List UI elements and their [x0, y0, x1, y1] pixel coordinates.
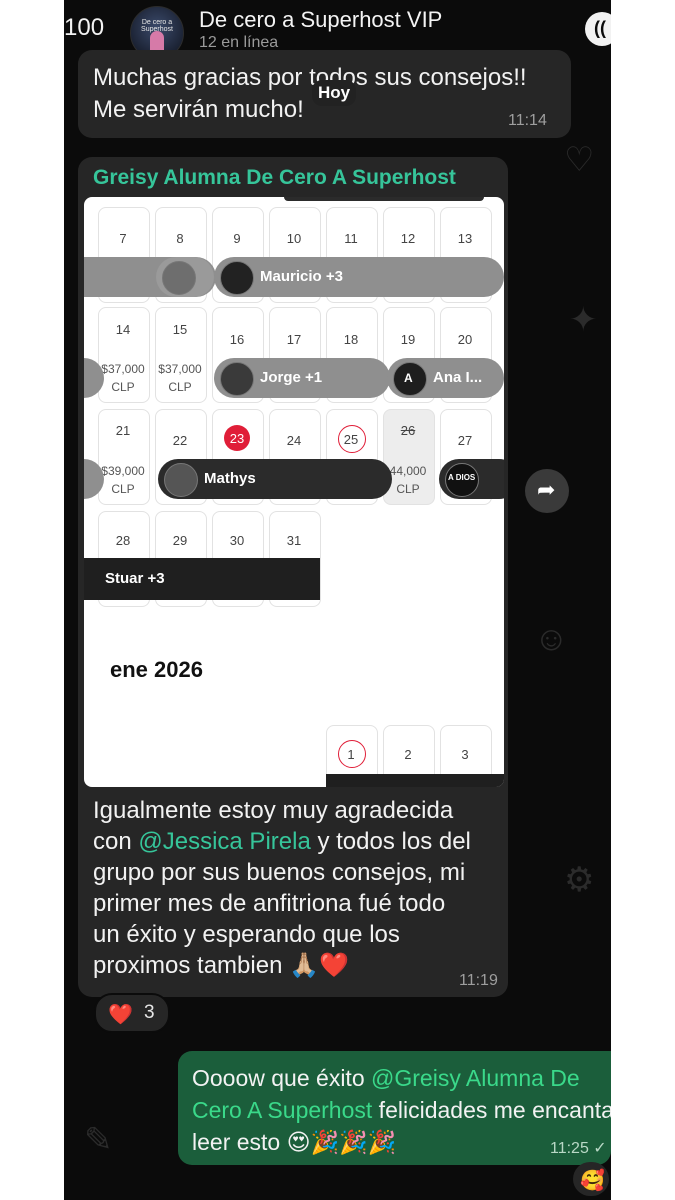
calendar-day-number: 20 — [457, 332, 473, 347]
calendar-day-number: 27 — [457, 433, 473, 448]
message-text-span: y todos los del — [310, 828, 471, 855]
calendar-day-number: 11 — [344, 231, 358, 246]
message-line: primer mes de anfitriona fué todo — [93, 890, 446, 917]
message-reaction[interactable]: ❤️ 3 — [94, 993, 170, 1033]
reservation-guest-name: Ana I... — [433, 369, 483, 386]
message-reaction[interactable]: 🥰 — [573, 1162, 609, 1196]
heart-reaction-icon: ❤️ — [108, 1004, 133, 1026]
calendar-day-number: 14 — [115, 322, 131, 337]
guest-avatar-initial: A — [404, 371, 413, 385]
price-currency: CLP — [111, 380, 135, 394]
chat-screen: ♡ ✦ ☺ ⚙ ✎ 100 De cero a Superhost De cer… — [64, 0, 611, 1200]
calendar-day-number: 28 — [115, 533, 131, 548]
message-bubble-outgoing[interactable]: Oooow que éxito @Greisy Alumna De Cero A… — [178, 1051, 611, 1165]
calendar-day-number-blocked: 26 — [400, 423, 416, 438]
guest-avatar: A DIOS — [445, 463, 479, 497]
calendar-day-number: 19 — [400, 332, 416, 347]
message-line: Muchas gracias por todos sus consejos!! — [93, 64, 527, 91]
wallpaper-doodle-icon: ✎ — [84, 1121, 113, 1159]
reaction-count: 3 — [144, 1002, 155, 1023]
message-line: Me servirán mucho! — [93, 96, 304, 123]
wallpaper-doodle-icon: ⚙ — [564, 861, 595, 899]
price-amount: $37,000 — [101, 362, 145, 376]
guest-avatar — [164, 463, 198, 497]
price-amount: $39,000 — [101, 464, 145, 478]
calendar-day-number: 24 — [286, 433, 302, 448]
calendar-day-number: 7 — [119, 231, 127, 246]
price-amount: $37,000 — [158, 362, 202, 376]
reservation-bar: Mauricio +3 — [214, 257, 504, 297]
calendar-day-number: 25 — [343, 432, 359, 447]
waveform-call-icon[interactable]: (( — [585, 12, 611, 46]
calendar-day-number: 13 — [457, 231, 473, 246]
calendar-day-number-today: 23 — [229, 431, 245, 446]
guest-avatar — [220, 261, 254, 295]
guest-avatar — [220, 362, 254, 396]
reservation-bar: Stuar +3 — [84, 558, 320, 600]
wallpaper-doodle-icon: ✦ — [569, 301, 598, 339]
guest-avatar — [162, 261, 196, 295]
message-line: Igualmente estoy muy agradecida — [93, 797, 454, 824]
price-currency: CLP — [168, 380, 192, 394]
reservation-bar-partial — [284, 197, 484, 201]
calendar-day-number: 22 — [172, 433, 188, 448]
forward-arrow-icon[interactable]: ➦ — [525, 469, 569, 513]
calendar-screenshot-image[interactable]: 7 8 9 10 11 12 13 Mauricio +3 14 15 16 1… — [84, 197, 504, 787]
message-line: con @Jessica Pirela y todos los del — [93, 826, 503, 857]
month-heading: ene 2026 — [110, 657, 203, 682]
message-text-span: con — [93, 828, 139, 855]
message-bubble-incoming[interactable]: Greisy Alumna De Cero A Superhost 7 8 9 … — [78, 157, 508, 997]
smiling-hearts-reaction-icon: 🥰 — [580, 1170, 605, 1192]
message-text: Igualmente estoy muy agradecida con @Jes… — [93, 795, 503, 981]
calendar-day-number: 31 — [286, 533, 302, 548]
night-price: $37,000 CLP — [155, 360, 205, 396]
calendar-day-number: 9 — [233, 231, 241, 246]
sender-name[interactable]: Greisy Alumna De Cero A Superhost — [93, 166, 456, 190]
reservation-bar: Mathys — [158, 459, 392, 499]
wallpaper-doodle-icon: ☺ — [534, 620, 569, 658]
mention-link[interactable]: @Jessica Pirela — [138, 828, 310, 855]
guest-avatar: A — [393, 362, 427, 396]
back-button-unread-count[interactable]: 100 — [64, 14, 104, 42]
calendar-day-number: 2 — [404, 747, 412, 762]
calendar-day-number: 1 — [347, 747, 355, 762]
message-text-span: Oooow que éxito — [192, 1065, 372, 1091]
message-text: Oooow que éxito @Greisy Alumna De Cero A… — [192, 1062, 611, 1158]
night-price: $39,000 CLP — [98, 462, 148, 498]
guest-avatar-sticker: A DIOS — [448, 473, 476, 482]
calendar-day-number: 3 — [461, 747, 469, 762]
reservation-bar-guest-photo — [156, 257, 214, 297]
date-chip: Hoy — [312, 80, 357, 106]
reservation-bar: A DIOS — [439, 459, 504, 499]
calendar-day-number: 21 — [115, 423, 131, 438]
chat-title[interactable]: De cero a Superhost VIP — [199, 7, 442, 33]
calendar-day-number: 16 — [229, 332, 245, 347]
calendar-day-number: 30 — [229, 533, 245, 548]
wallpaper-doodle-icon: ♡ — [564, 141, 595, 179]
calendar-day-number: 15 — [172, 322, 188, 337]
reservation-guest-name: Stuar +3 — [105, 570, 165, 587]
calendar-day-number: 12 — [400, 231, 416, 246]
price-currency: CLP — [111, 482, 135, 496]
message-line: un éxito y esperando que los — [93, 921, 400, 948]
reservation-guest-name: Jorge +1 — [260, 369, 323, 386]
calendar-day-number: 10 — [286, 231, 302, 246]
calendar-day-number: 8 — [176, 231, 184, 246]
reservation-guest-name: Mauricio +3 — [260, 268, 343, 285]
calendar-day-number: 29 — [172, 533, 188, 548]
reservation-bar: A Ana I... — [387, 358, 504, 398]
message-line: grupo por sus buenos consejos, mi — [93, 859, 466, 886]
reservation-guest-name: Mathys — [204, 470, 256, 487]
message-time: 11:14 — [508, 112, 547, 129]
night-price: $37,000 CLP — [98, 360, 148, 396]
message-time: 11:25 ✓ — [550, 1140, 607, 1157]
calendar-day-number: 18 — [343, 332, 359, 347]
message-line: proximos tambien 🙏🏼❤️ — [93, 952, 349, 979]
calendar-day-number: 17 — [286, 332, 302, 347]
reservation-bar: Jorge +1 — [214, 358, 390, 398]
message-text: Muchas gracias por todos sus consejos!! … — [93, 62, 527, 126]
message-time: 11:19 — [459, 972, 498, 989]
reservation-bar-partial — [326, 774, 504, 787]
